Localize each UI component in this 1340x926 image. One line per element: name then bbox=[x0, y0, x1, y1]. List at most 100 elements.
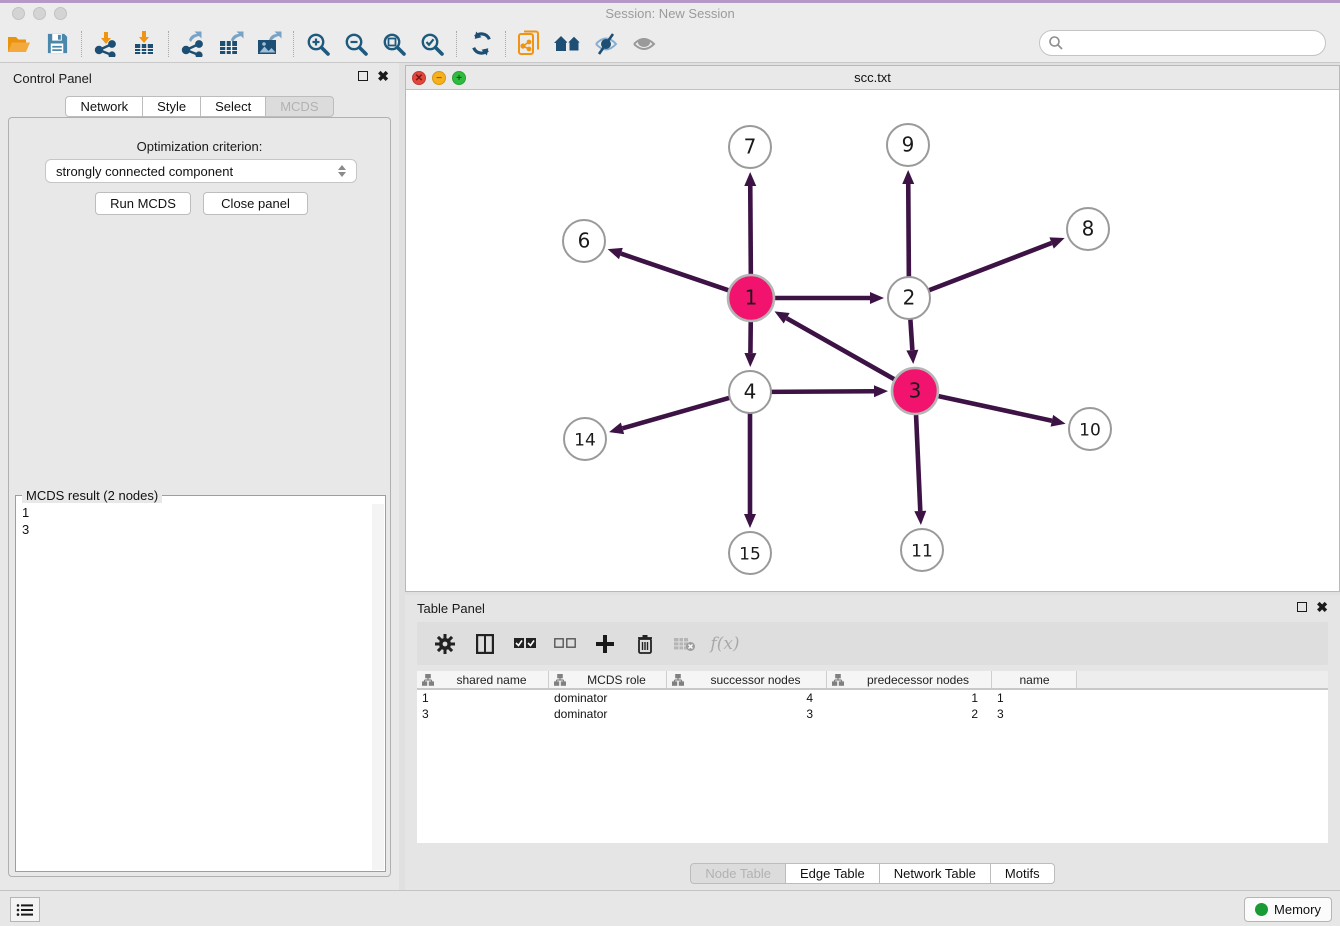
show-all-icon bbox=[630, 32, 658, 56]
column-header-mcds-role[interactable]: MCDS role bbox=[549, 671, 667, 688]
table-row[interactable]: 3 dominator 3 2 3 bbox=[417, 706, 1328, 722]
tab-motifs[interactable]: Motifs bbox=[991, 863, 1055, 884]
hierarchy-icon bbox=[672, 674, 684, 686]
graph-edge-2-9[interactable] bbox=[908, 184, 909, 279]
graph-edge-3-10[interactable] bbox=[936, 395, 1052, 420]
column-header-successor-nodes[interactable]: successor nodes bbox=[667, 671, 827, 688]
cell-predecessor-nodes[interactable]: 2 bbox=[827, 707, 992, 721]
column-header-predecessor-nodes[interactable]: predecessor nodes bbox=[827, 671, 992, 688]
save-session-icon bbox=[46, 32, 69, 55]
cell-successor-nodes[interactable]: 3 bbox=[667, 707, 827, 721]
refresh-layout-button[interactable] bbox=[462, 27, 500, 61]
task-history-button[interactable] bbox=[10, 897, 40, 922]
graph-edge-4-14[interactable] bbox=[623, 397, 732, 428]
create-column-button[interactable] bbox=[593, 632, 617, 656]
zoom-in-button[interactable] bbox=[299, 27, 337, 61]
table-settings-button[interactable] bbox=[433, 632, 457, 656]
hierarchy-icon bbox=[554, 674, 566, 686]
graph-node-label: 10 bbox=[1079, 421, 1101, 441]
graph-node-label: 14 bbox=[574, 431, 596, 451]
new-network-from-selection-button[interactable] bbox=[511, 27, 549, 61]
cell-shared-name[interactable]: 1 bbox=[417, 691, 549, 705]
graph-edge-2-3[interactable] bbox=[910, 317, 912, 350]
graph-edge-2-8[interactable] bbox=[927, 243, 1052, 291]
close-panel-button[interactable]: Close panel bbox=[203, 192, 308, 215]
cell-name[interactable]: 1 bbox=[992, 691, 1077, 705]
tab-style[interactable]: Style bbox=[143, 96, 201, 117]
trash-icon bbox=[637, 634, 653, 654]
close-table-panel-icon[interactable]: ✖ bbox=[1316, 602, 1328, 612]
memory-button[interactable]: Memory bbox=[1244, 897, 1332, 922]
graph-edge-arrow bbox=[744, 514, 756, 528]
column-header-name[interactable]: name bbox=[992, 671, 1077, 688]
graph-node-label: 7 bbox=[744, 135, 757, 159]
delete-column-button[interactable] bbox=[633, 632, 657, 656]
show-column-button[interactable] bbox=[473, 632, 497, 656]
add-column-icon bbox=[596, 635, 614, 653]
show-all-button[interactable] bbox=[625, 27, 663, 61]
column-header-shared-name[interactable]: shared name bbox=[417, 671, 549, 688]
new-network-from-selection-icon bbox=[517, 30, 543, 58]
save-session-button[interactable] bbox=[38, 27, 76, 61]
network-canvas[interactable]: 7968124314101511 bbox=[406, 90, 1339, 591]
mcds-result-title: MCDS result (2 nodes) bbox=[22, 488, 162, 503]
cell-mcds-role[interactable]: dominator bbox=[549, 707, 667, 721]
cell-name[interactable]: 3 bbox=[992, 707, 1077, 721]
select-all-columns-button[interactable] bbox=[513, 632, 537, 656]
hierarchy-icon bbox=[422, 674, 434, 686]
float-table-panel-icon[interactable] bbox=[1297, 602, 1307, 612]
cell-mcds-role[interactable]: dominator bbox=[549, 691, 667, 705]
export-image-icon bbox=[255, 31, 283, 57]
delete-table-button[interactable] bbox=[673, 632, 697, 656]
import-network-button[interactable] bbox=[87, 27, 125, 61]
function-builder-button[interactable]: f(x) bbox=[713, 632, 737, 656]
cell-predecessor-nodes[interactable]: 1 bbox=[827, 691, 992, 705]
mcds-result-text[interactable]: 1 3 bbox=[18, 504, 371, 869]
network-window-titlebar[interactable]: ✕ − + scc.txt bbox=[406, 66, 1339, 90]
close-panel-icon[interactable]: ✖ bbox=[377, 71, 389, 81]
control-panel-tabs: Network Style Select MCDS bbox=[0, 96, 399, 117]
graph-edge-3-1[interactable] bbox=[787, 318, 897, 380]
graph-node-label: 11 bbox=[911, 542, 933, 562]
app-title: Session: New Session bbox=[0, 6, 1340, 21]
result-scrollbar[interactable] bbox=[372, 504, 384, 870]
graph-edge-arrow bbox=[744, 172, 756, 186]
zoom-fit-button[interactable] bbox=[375, 27, 413, 61]
first-neighbors-button[interactable] bbox=[549, 27, 587, 61]
tab-edge-table[interactable]: Edge Table bbox=[786, 863, 880, 884]
cell-successor-nodes[interactable]: 4 bbox=[667, 691, 827, 705]
export-network-button[interactable] bbox=[174, 27, 212, 61]
optimization-criterion-select[interactable]: strongly connected component bbox=[45, 159, 357, 183]
tab-mcds[interactable]: MCDS bbox=[266, 96, 333, 117]
graph-edge-arrow bbox=[1051, 415, 1066, 427]
graph-edge-4-3[interactable] bbox=[769, 391, 874, 392]
graph-node-label: 4 bbox=[744, 380, 757, 404]
search-input[interactable] bbox=[1064, 33, 1325, 53]
run-mcds-button[interactable]: Run MCDS bbox=[95, 192, 191, 215]
import-table-button[interactable] bbox=[125, 27, 163, 61]
tab-network[interactable]: Network bbox=[65, 96, 143, 117]
export-image-button[interactable] bbox=[250, 27, 288, 61]
gear-icon bbox=[435, 634, 455, 654]
open-session-icon bbox=[6, 32, 32, 56]
hide-selected-icon bbox=[592, 32, 620, 56]
hide-selected-button[interactable] bbox=[587, 27, 625, 61]
zoom-out-button[interactable] bbox=[337, 27, 375, 61]
tab-node-table[interactable]: Node Table bbox=[690, 863, 786, 884]
graph-edge-1-7[interactable] bbox=[750, 186, 751, 277]
open-session-button[interactable] bbox=[0, 27, 38, 61]
zoom-selected-button[interactable] bbox=[413, 27, 451, 61]
search-box[interactable] bbox=[1039, 30, 1326, 56]
table-row[interactable]: 1 dominator 4 1 1 bbox=[417, 690, 1328, 706]
cell-shared-name[interactable]: 3 bbox=[417, 707, 549, 721]
tab-network-table[interactable]: Network Table bbox=[880, 863, 991, 884]
graph-node-label: 15 bbox=[739, 545, 761, 565]
graph-edge-1-6[interactable] bbox=[621, 254, 731, 292]
export-table-button[interactable] bbox=[212, 27, 250, 61]
optimization-criterion-label: Optimization criterion: bbox=[9, 139, 390, 154]
unselect-all-columns-button[interactable] bbox=[553, 632, 577, 656]
float-panel-icon[interactable] bbox=[358, 71, 368, 81]
tab-select[interactable]: Select bbox=[201, 96, 266, 117]
graph-edge-3-11[interactable] bbox=[916, 412, 920, 511]
list-icon bbox=[16, 903, 34, 917]
